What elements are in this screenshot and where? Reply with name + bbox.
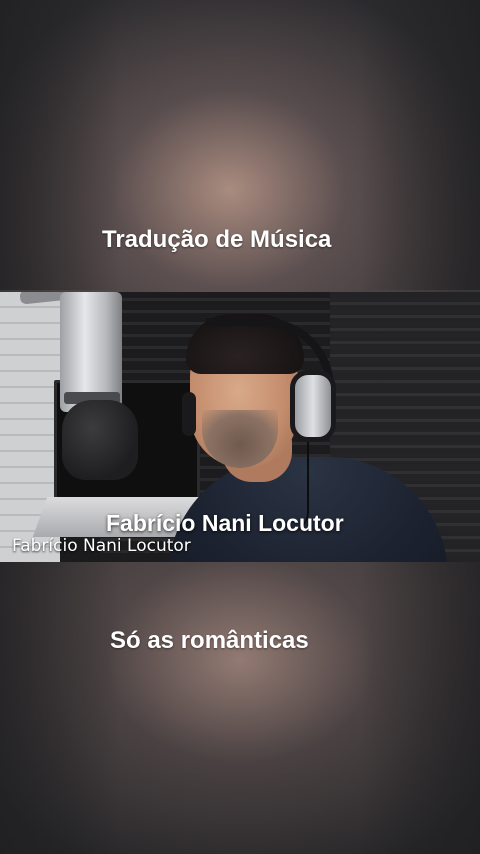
caption-bottom-text: Só as românticas — [110, 627, 309, 654]
microphone-windscreen — [62, 400, 138, 480]
reel-screen[interactable]: Tradução de Música Fabrício Nani Locutor… — [0, 0, 480, 854]
video-frame[interactable]: Fabrício Nani Locutor Fabrício Nani Locu… — [0, 292, 480, 562]
caption-top-text: Tradução de Música — [102, 226, 332, 253]
blurred-background-bottom — [0, 562, 480, 854]
headphone-cup-left — [182, 392, 196, 436]
video-title-overlay: Fabrício Nani Locutor — [106, 510, 344, 536]
headphone-cup-right — [290, 370, 336, 442]
video-watermark: Fabrício Nani Locutor — [12, 536, 191, 556]
